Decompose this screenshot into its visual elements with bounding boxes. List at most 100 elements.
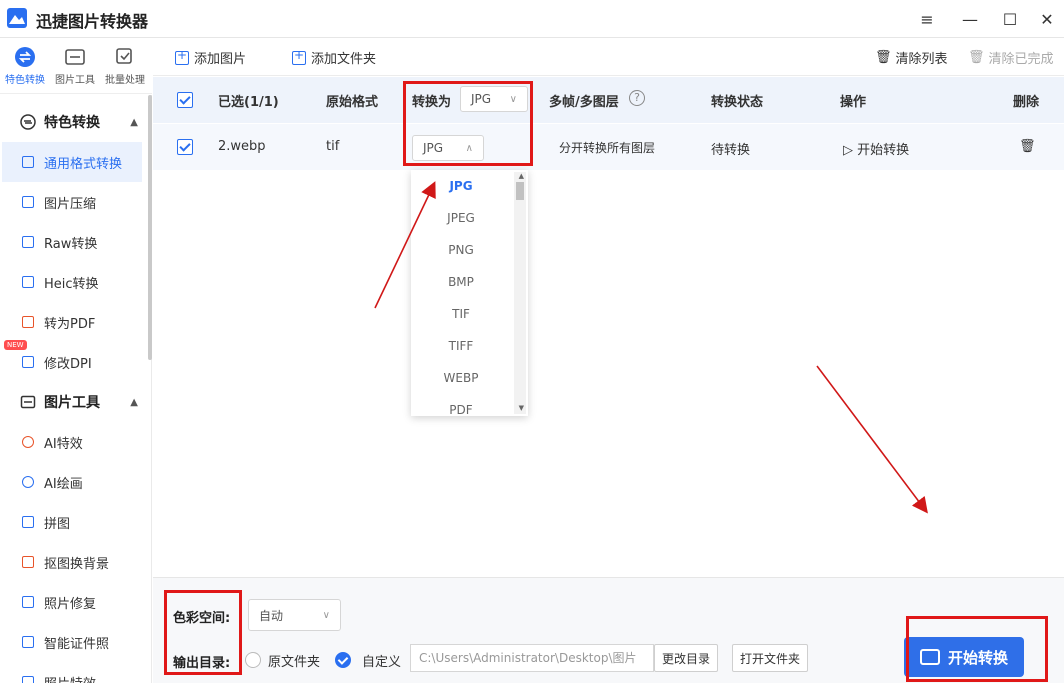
sidebar-item-collage[interactable]: 拼图 <box>2 502 142 542</box>
start-convert-button[interactable]: 开始转换 <box>904 637 1024 677</box>
format-option[interactable]: JPEG <box>411 202 511 234</box>
chevron-down-icon: ∨ <box>509 93 517 105</box>
tools-section-icon <box>20 395 36 409</box>
row-target-select[interactable]: JPG ∧ <box>412 135 484 161</box>
sidebar-item-ai-paint[interactable]: AI绘画 <box>2 462 142 502</box>
close-icon[interactable]: ✕ <box>1032 6 1062 32</box>
format-option[interactable]: TIFF <box>411 330 511 362</box>
radio-custom[interactable] <box>335 652 351 668</box>
help-icon[interactable]: ? <box>629 90 645 106</box>
header-action: 操作 <box>840 95 867 110</box>
format-option[interactable]: PDF <box>411 394 511 416</box>
row-start-button[interactable]: ▷ 开始转换 <box>843 139 909 158</box>
output-dir-label: 输出目录: <box>173 656 231 671</box>
row-delete-icon[interactable]: 🗑 <box>1019 139 1036 154</box>
arrow-to-start-button <box>816 365 928 514</box>
pdf-icon <box>22 316 34 328</box>
batch-icon <box>116 48 132 64</box>
sidebar-scrollbar[interactable] <box>148 95 152 360</box>
change-dir-button[interactable]: 更改目录 <box>654 644 718 672</box>
header-selected: 已选(1/1) <box>218 95 279 110</box>
sidebar: 特色转换 ▲ 通用格式转换 图片压缩 Raw转换 Heic转换 转为PDF NE… <box>0 95 152 683</box>
sidebar-item-cutout[interactable]: 抠图换背景 <box>2 542 142 582</box>
add-folder-button[interactable]: 添加文件夹 <box>292 48 376 67</box>
original-folder-label: 原文件夹 <box>268 655 321 670</box>
section-image-tools[interactable]: 图片工具 ▲ <box>0 382 150 422</box>
orig-format: tif <box>326 139 340 154</box>
dropdown-scrollbar[interactable] <box>514 172 526 414</box>
dpi-icon <box>22 356 34 368</box>
format-option[interactable]: TIF <box>411 298 511 330</box>
hamburger-icon[interactable]: ≡ <box>912 6 942 32</box>
compress-icon <box>22 196 34 208</box>
chevron-down-icon: ∨ <box>322 609 330 621</box>
sidebar-item-pdf[interactable]: 转为PDF <box>2 302 142 342</box>
trash-icon: 🗑 <box>875 50 892 65</box>
maximize-icon[interactable]: ☐ <box>995 6 1025 32</box>
radio-original-folder[interactable] <box>245 652 261 668</box>
row-checkbox[interactable] <box>177 139 193 155</box>
output-path-input[interactable]: C:\Users\Administrator\Desktop\图片 <box>410 644 654 672</box>
header-delete: 删除 <box>1013 95 1040 110</box>
add-folder-icon <box>292 48 306 65</box>
clear-list-button[interactable]: 🗑 清除列表 <box>875 48 948 67</box>
scroll-up-icon[interactable]: ▲ <box>519 172 524 180</box>
color-space-label: 色彩空间: <box>173 611 231 626</box>
chevron-up-icon: ∧ <box>465 142 473 154</box>
convert-all-select[interactable]: JPG ∨ <box>460 86 528 112</box>
scroll-down-icon[interactable]: ▼ <box>519 404 524 412</box>
header-multi-frame: 多帧/多图层 <box>549 95 619 110</box>
select-all-checkbox[interactable] <box>177 92 193 108</box>
restore-icon <box>22 596 34 608</box>
file-name: 2.webp <box>218 139 266 154</box>
sidebar-item-photo-effects[interactable]: 照片特效 <box>2 662 142 683</box>
heic-icon <box>22 276 34 288</box>
add-image-button[interactable]: 添加图片 <box>175 48 246 67</box>
sidebar-item-dpi[interactable]: NEW 修改DPI <box>2 340 142 382</box>
sidebar-item-ai-effects[interactable]: AI特效 <box>2 422 142 462</box>
format-option[interactable]: BMP <box>411 266 511 298</box>
sidebar-item-heic[interactable]: Heic转换 <box>2 262 142 302</box>
sidebar-item-id-photo[interactable]: 智能证件照 <box>2 622 142 662</box>
app-title: 迅捷图片转换器 <box>36 12 149 31</box>
chevron-up-icon: ▲ <box>130 396 138 408</box>
custom-label: 自定义 <box>362 655 402 670</box>
format-option[interactable]: WEBP <box>411 362 511 394</box>
tab-special-convert[interactable]: 特色转换 <box>0 38 50 94</box>
convert-icon <box>15 47 35 67</box>
tab-batch[interactable]: 批量处理 <box>100 38 150 94</box>
format-option[interactable]: JPG <box>411 170 511 202</box>
open-folder-button[interactable]: 打开文件夹 <box>732 644 808 672</box>
sidebar-item-general-convert[interactable]: 通用格式转换 <box>2 142 142 182</box>
header-orig-format: 原始格式 <box>326 95 379 110</box>
tab-image-tools[interactable]: 图片工具 <box>50 38 100 94</box>
format-dropdown: JPG JPEG PNG BMP TIF TIFF WEBP PDF ▲ ▼ <box>411 170 528 416</box>
header-status: 转换状态 <box>711 95 764 110</box>
format-icon <box>22 156 34 168</box>
play-icon: ▷ <box>843 143 858 158</box>
sidebar-item-raw[interactable]: Raw转换 <box>2 222 142 262</box>
format-option[interactable]: PNG <box>411 234 511 266</box>
section-special-convert[interactable]: 特色转换 ▲ <box>0 102 150 142</box>
cutout-icon <box>22 556 34 568</box>
trash-icon: 🗑 <box>968 50 985 65</box>
ai-effects-icon <box>22 436 34 448</box>
row-status: 待转换 <box>711 143 751 158</box>
add-image-icon <box>175 48 189 65</box>
title-bar: 迅捷图片转换器 ≡ — ☐ ✕ <box>0 0 1064 38</box>
dropdown-scroll-thumb[interactable] <box>516 182 524 200</box>
sidebar-item-restore[interactable]: 照片修复 <box>2 582 142 622</box>
ai-paint-icon <box>22 476 34 488</box>
convert-section-icon <box>20 114 36 130</box>
image-tools-icon <box>65 49 85 65</box>
sidebar-item-compress[interactable]: 图片压缩 <box>2 182 142 222</box>
toolbar: 添加图片 添加文件夹 🗑清除列表 🗑清除已完成 <box>153 38 1064 76</box>
sidebar-tabs: 特色转换 图片工具 批量处理 <box>0 38 152 94</box>
color-space-select[interactable]: 自动 ∨ <box>248 599 341 631</box>
minimize-icon[interactable]: — <box>955 6 985 32</box>
clear-done-button[interactable]: 🗑 清除已完成 <box>968 48 1054 67</box>
table-row: 2.webp tif JPG ∧ 分开转换所有图层 待转换 ▷ 开始转换 🗑 <box>153 124 1064 170</box>
table-header: 已选(1/1) 原始格式 转换为 JPG ∨ 多帧/多图层 ? 转换状态 操作 删… <box>153 77 1064 123</box>
new-badge: NEW <box>4 340 27 350</box>
chevron-up-icon: ▲ <box>130 116 138 128</box>
